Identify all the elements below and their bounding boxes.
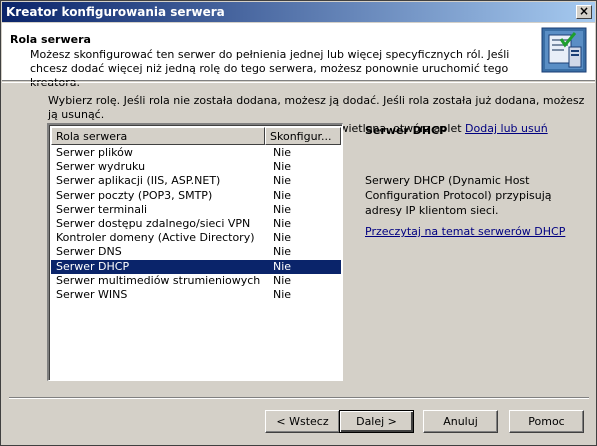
server-wizard-icon	[541, 27, 587, 73]
list-rows: Serwer plików Nie Serwer wydruku Nie Serwe…	[51, 146, 341, 302]
table-row[interactable]: Serwer poczty (POP3, SMTP) Nie	[51, 189, 341, 203]
header-divider	[2, 82, 595, 83]
wizard-header: Rola serwera Możesz skonfigurować ten se…	[2, 23, 595, 89]
role-name: Serwer terminali	[56, 202, 148, 216]
role-name: Kontroler domeny (Active Directory)	[56, 231, 255, 245]
role-state: Nie	[273, 160, 292, 174]
table-row[interactable]: Serwer WINS Nie	[51, 288, 341, 302]
role-state: Nie	[273, 287, 292, 301]
footer-divider-highlight	[9, 398, 589, 399]
role-name: Serwer WINS	[56, 287, 128, 301]
help-button[interactable]: Pomoc	[509, 410, 584, 433]
role-state: Nie	[273, 245, 292, 259]
role-name: Serwer plików	[56, 146, 133, 159]
role-name: Serwer dostępu zdalnego/sieci VPN	[56, 216, 251, 230]
column-header-configured[interactable]: Skonfigur...	[265, 127, 341, 145]
role-state: Nie	[273, 188, 292, 202]
role-name: Serwer DNS	[56, 245, 122, 259]
role-name: Serwer multimediów strumieniowych	[56, 273, 261, 287]
role-state: Nie	[273, 202, 292, 216]
page-title: Rola serwera	[10, 33, 91, 46]
role-name: Serwer wydruku	[56, 160, 146, 174]
role-state: Nie	[273, 216, 292, 230]
role-name: Serwer aplikacji (IIS, ASP.NET)	[56, 174, 221, 188]
role-state: Nie	[273, 146, 292, 159]
role-state: Nie	[273, 259, 292, 273]
table-row[interactable]: Serwer DNS Nie	[51, 245, 341, 259]
server-roles-list[interactable]: Rola serwera Skonfigur... Serwer plików N…	[47, 123, 343, 381]
table-row[interactable]: Kontroler domeny (Active Directory) Nie	[51, 231, 341, 245]
close-button[interactable]: ×	[576, 5, 592, 19]
table-row-selected[interactable]: Serwer DHCP Nie	[51, 259, 341, 274]
window-title: Kreator konfigurowania serwera	[6, 5, 225, 19]
role-state: Nie	[273, 174, 292, 188]
table-row[interactable]: Serwer wydruku Nie	[51, 160, 341, 174]
page-description: Możesz skonfigurować ten serwer do pełni…	[30, 48, 510, 89]
table-row[interactable]: Serwer terminali Nie	[51, 203, 341, 217]
read-about-dhcp-link[interactable]: Przeczytaj na temat serwerów DHCP	[365, 225, 565, 238]
next-button[interactable]: Dalej >	[339, 410, 414, 433]
back-button[interactable]: < Wstecz	[265, 410, 340, 433]
role-state: Nie	[273, 273, 292, 287]
intro-line-1: Wybierz rolę. Jeśli rola nie została dod…	[48, 94, 585, 121]
role-state: Nie	[273, 231, 292, 245]
role-name: Serwer DHCP	[56, 259, 130, 273]
table-row[interactable]: Serwer multimediów strumieniowych Nie	[51, 274, 341, 288]
cancel-button[interactable]: Anuluj	[423, 410, 498, 433]
column-header-role[interactable]: Rola serwera	[51, 127, 265, 145]
close-icon: ×	[578, 4, 590, 18]
title-bar[interactable]: Kreator konfigurowania serwera ×	[2, 2, 595, 22]
detail-description: Serwery DHCP (Dynamic Host Configuration…	[365, 174, 552, 217]
role-name: Serwer poczty (POP3, SMTP)	[56, 188, 213, 202]
list-header: Rola serwera Skonfigur...	[51, 127, 341, 145]
detail-title: Serwer DHCP	[365, 124, 448, 137]
table-row[interactable]: Serwer plików Nie	[51, 146, 341, 160]
table-row[interactable]: Serwer aplikacji (IIS, ASP.NET) Nie	[51, 174, 341, 188]
wizard-window: Kreator konfigurowania serwera × Rola se…	[0, 0, 597, 446]
table-row[interactable]: Serwer dostępu zdalnego/sieci VPN Nie	[51, 217, 341, 231]
